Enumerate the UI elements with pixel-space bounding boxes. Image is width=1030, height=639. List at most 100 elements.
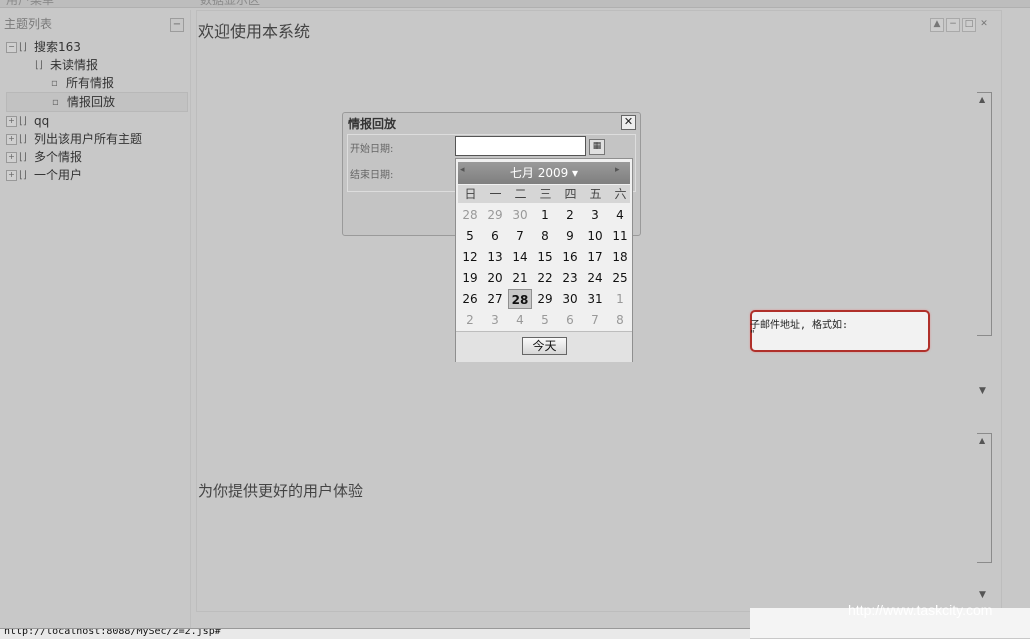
scroll-up-arrow-icon[interactable]: ▲ — [979, 95, 985, 104]
calendar-day[interactable]: 11 — [608, 226, 632, 246]
status-url: http://localhost:8088/MySec/2=2.jsp# — [4, 628, 221, 637]
calendar-day[interactable]: 6 — [558, 310, 582, 330]
folder-icon: ⌊⌋ — [19, 151, 27, 163]
main-panel-header: 数据显示区 — [200, 0, 261, 7]
calendar-day[interactable]: 12 — [458, 247, 482, 267]
calendar-day[interactable]: 13 — [483, 247, 507, 267]
folder-icon: ⌊⌋ — [19, 41, 27, 53]
calendar-day[interactable]: 23 — [558, 268, 582, 288]
today-button[interactable]: 今天 — [522, 337, 567, 355]
calendar-day[interactable]: 30 — [558, 289, 582, 309]
calendar-day[interactable]: 2 — [458, 310, 482, 330]
tree-item-label: 所有情报 — [66, 76, 115, 90]
tree-item-label: 搜索163 — [34, 40, 81, 54]
tree-item[interactable]: + ⌊⌋ qq — [6, 112, 188, 130]
calendar-day[interactable]: 5 — [458, 226, 482, 246]
expand-node-icon[interactable]: + — [6, 116, 17, 127]
calendar-day[interactable]: 29 — [533, 289, 557, 309]
calendar-day[interactable]: 3 — [583, 205, 607, 225]
calendar-day[interactable]: 15 — [533, 247, 557, 267]
tree-item-label: 多个情报 — [34, 150, 83, 164]
scroll-up-icon[interactable]: ▲ — [930, 18, 944, 32]
calendar-day[interactable]: 28 — [458, 205, 482, 225]
calendar-day[interactable]: 17 — [583, 247, 607, 267]
tree-item[interactable]: + ⌊⌋ 多个情报 — [6, 148, 188, 166]
calendar-day[interactable]: 27 — [483, 289, 507, 309]
scrollbar-top[interactable]: ▲ — [977, 92, 992, 336]
leaf-icon: ▫ — [52, 96, 59, 108]
expand-node-icon[interactable]: + — [6, 134, 17, 145]
calendar-day[interactable]: 4 — [508, 310, 532, 330]
calendar-day[interactable]: 8 — [533, 226, 557, 246]
window-controls: ▲ − □ ✕ — [930, 15, 992, 32]
sidebar-title: 主题列表 — [4, 17, 53, 31]
tree-item[interactable]: + ⌊⌋ 列出该用户所有主题 — [6, 130, 188, 148]
calendar-icon[interactable]: ▦ — [589, 139, 605, 155]
folder-icon: ⌊⌋ — [19, 115, 27, 127]
scrollbar-bottom[interactable]: ▲ — [977, 433, 992, 563]
calendar-day[interactable]: 1 — [608, 289, 632, 309]
calendar-day[interactable]: 9 — [558, 226, 582, 246]
prev-month-icon[interactable]: ◂ — [460, 165, 472, 175]
tree-item[interactable]: ▫ 情报回放 — [6, 92, 188, 112]
expand-node-icon[interactable]: + — [6, 170, 17, 181]
tree-item-label: 一个用户 — [34, 168, 83, 182]
tree-item[interactable]: − ⌊⌋ 搜索163 — [6, 38, 188, 56]
start-date-input[interactable] — [455, 136, 586, 156]
expand-node-icon[interactable]: + — [6, 152, 17, 163]
tree-item-label: 情报回放 — [67, 95, 116, 109]
validation-message: 子邮件地址, 格式如: — [750, 320, 849, 331]
welcome-heading: 欢迎使用本系统 — [198, 22, 311, 41]
weekday-label: 四 — [564, 187, 577, 201]
calendar-day[interactable]: 4 — [608, 205, 632, 225]
calendar-day[interactable]: 10 — [583, 226, 607, 246]
calendar-day[interactable]: 22 — [533, 268, 557, 288]
calendar-day[interactable]: 24 — [583, 268, 607, 288]
scroll-up-arrow-icon-2[interactable]: ▲ — [979, 436, 985, 445]
close-window-icon[interactable]: ✕ — [978, 19, 990, 31]
scroll-down-arrow-icon-2[interactable]: ▼ — [979, 590, 986, 600]
maximize-icon[interactable]: □ — [962, 18, 976, 32]
calendar-day[interactable]: 1 — [533, 205, 557, 225]
left-panel-header: 用户菜单 — [6, 0, 55, 7]
calendar-day[interactable]: 5 — [533, 310, 557, 330]
calendar-day[interactable]: 25 — [608, 268, 632, 288]
calendar-day[interactable]: 18 — [608, 247, 632, 267]
calendar-day[interactable]: 8 — [608, 310, 632, 330]
calendar-day[interactable]: 3 — [483, 310, 507, 330]
status-bar: http://localhost:8088/MySec/2=2.jsp# — [0, 628, 750, 639]
calendar-day[interactable]: 14 — [508, 247, 532, 267]
scroll-down-arrow-icon[interactable]: ▼ — [979, 386, 986, 396]
collapse-sidebar-button[interactable]: − — [170, 18, 184, 32]
calendar-day[interactable]: 16 — [558, 247, 582, 267]
calendar-day[interactable]: 20 — [483, 268, 507, 288]
month-year-selector[interactable]: 七月 2009 ▾ — [458, 164, 630, 181]
calendar-day[interactable]: 19 — [458, 268, 482, 288]
tree-item[interactable]: + ⌊⌋ 一个用户 — [6, 166, 188, 184]
calendar-day-selected[interactable]: 28 — [508, 289, 532, 309]
weekday-label: 三 — [539, 187, 552, 201]
top-header-strip: 用户菜单 数据显示区 — [0, 0, 1030, 8]
minimize-icon[interactable]: − — [946, 18, 960, 32]
calendar-day[interactable]: 29 — [483, 205, 507, 225]
calendar-day[interactable]: 7 — [583, 310, 607, 330]
tree-item[interactable]: ⌊⌋ 未读情报 — [6, 56, 188, 74]
slogan-text: 为你提供更好的用户体验 — [198, 482, 364, 500]
next-month-icon[interactable]: ▸ — [615, 165, 627, 175]
calendar-day[interactable]: 6 — [483, 226, 507, 246]
calendar-day[interactable]: 30 — [508, 205, 532, 225]
watermark-url: http://www.taskcity.com — [848, 602, 993, 618]
calendar-day[interactable]: 26 — [458, 289, 482, 309]
dialog-close-icon[interactable]: ✕ — [621, 115, 636, 130]
end-date-label: 结束日期: — [350, 170, 394, 181]
tree-item-label: 未读情报 — [50, 58, 99, 72]
calendar-day[interactable]: 2 — [558, 205, 582, 225]
leaf-icon: ▫ — [51, 77, 58, 89]
collapse-node-icon[interactable]: − — [6, 42, 17, 53]
tree-item-label: qq — [34, 114, 50, 128]
tree-item[interactable]: ▫ 所有情报 — [6, 74, 188, 92]
panel-divider[interactable] — [190, 10, 191, 630]
calendar-day[interactable]: 7 — [508, 226, 532, 246]
calendar-day[interactable]: 31 — [583, 289, 607, 309]
calendar-day[interactable]: 21 — [508, 268, 532, 288]
